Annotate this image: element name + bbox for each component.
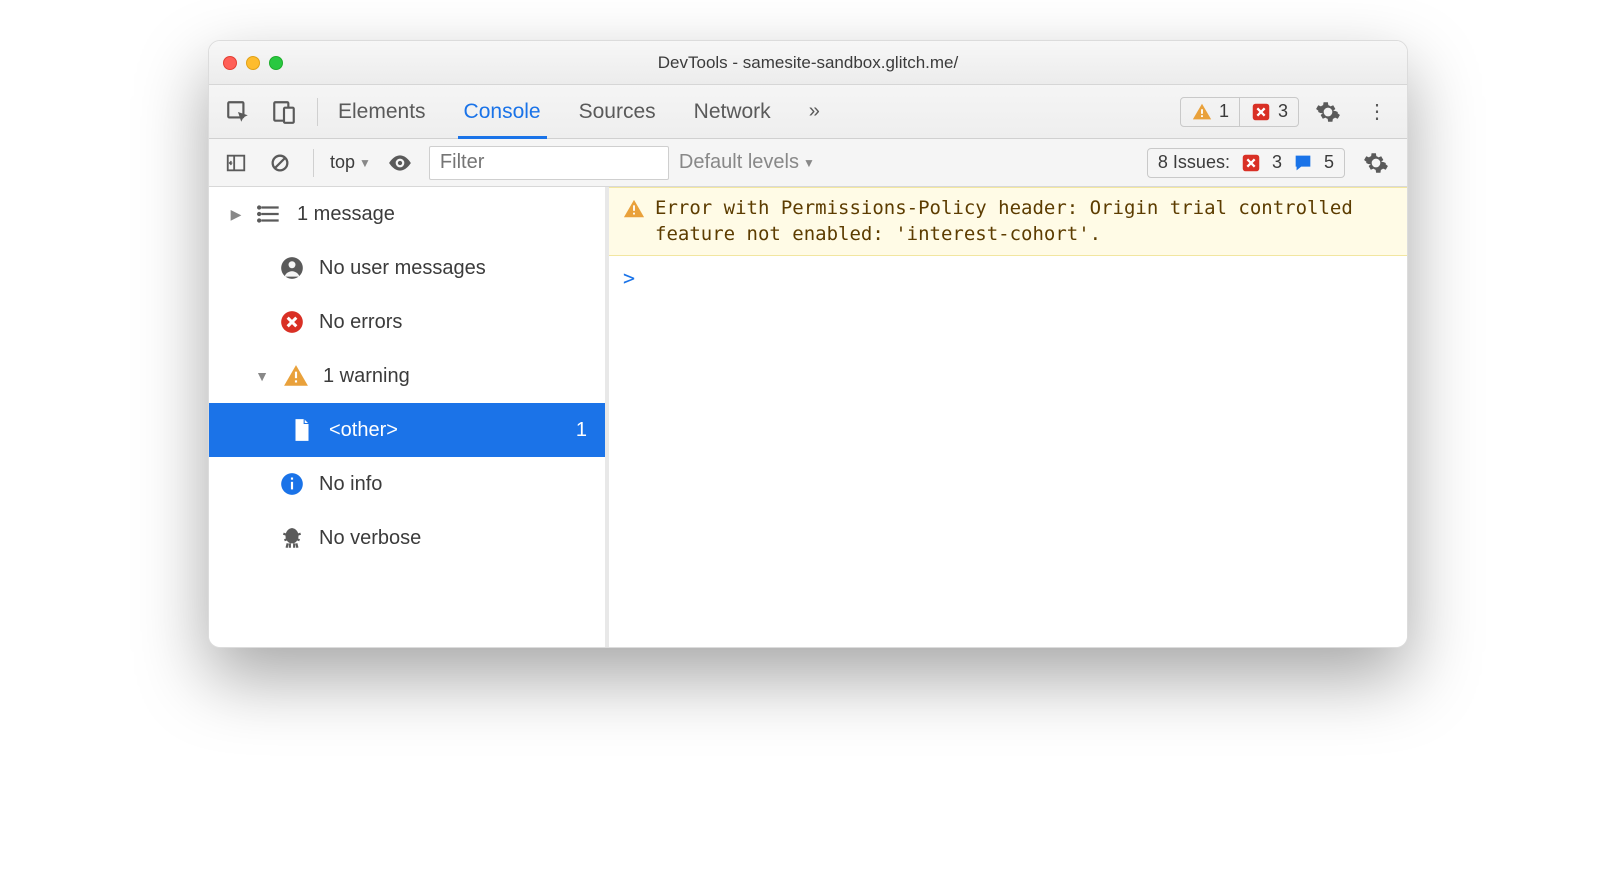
console-sidebar: ▶ 1 message No user messages No errors ▼… <box>209 187 609 647</box>
content-area: ▶ 1 message No user messages No errors ▼… <box>209 187 1407 647</box>
prompt-chevron-icon: > <box>623 266 635 290</box>
tab-elements[interactable]: Elements <box>332 85 432 139</box>
sidebar-item-other[interactable]: <other> 1 <box>209 403 605 457</box>
errors-badge[interactable]: 3 <box>1239 98 1298 126</box>
dropdown-triangle-icon: ▼ <box>359 156 371 170</box>
subbar-divider <box>313 149 314 177</box>
sidebar-item-label: No user messages <box>319 257 486 280</box>
tab-console[interactable]: Console <box>458 85 547 139</box>
panel-tabs: Elements Console Sources Network » <box>332 85 826 139</box>
sidebar-item-label: No errors <box>319 311 402 334</box>
sidebar-item-info[interactable]: No info <box>209 457 605 511</box>
toolbar-divider <box>317 98 318 126</box>
errors-count: 3 <box>1278 101 1288 122</box>
issues-message-count: 5 <box>1324 152 1334 173</box>
inspect-element-icon[interactable] <box>219 95 257 129</box>
sidebar-item-label: 1 warning <box>323 365 410 388</box>
clear-console-icon[interactable] <box>263 148 297 178</box>
live-expression-icon[interactable] <box>381 146 419 180</box>
sidebar-item-label: No info <box>319 473 382 496</box>
sidebar-item-verbose[interactable]: No verbose <box>209 511 605 565</box>
status-badges: 1 3 <box>1180 97 1299 127</box>
log-levels-selector[interactable]: Default levels ▼ <box>679 151 815 174</box>
dropdown-triangle-icon: ▼ <box>803 156 815 170</box>
tab-network[interactable]: Network <box>688 85 777 139</box>
devtools-window: DevTools - samesite-sandbox.glitch.me/ E… <box>208 40 1408 648</box>
toggle-sidebar-icon[interactable] <box>219 148 253 178</box>
console-toolbar: top ▼ Default levels ▼ 8 Issues: 3 5 <box>209 139 1407 187</box>
console-settings-icon[interactable] <box>1355 150 1397 176</box>
sidebar-item-user[interactable]: No user messages <box>209 241 605 295</box>
disclosure-triangle-icon: ▶ <box>229 206 243 223</box>
console-output: Error with Permissions-Policy header: Or… <box>609 187 1407 647</box>
main-toolbar: Elements Console Sources Network » 1 3 ⋮ <box>209 85 1407 139</box>
context-selector[interactable]: top ▼ <box>330 152 371 173</box>
sidebar-item-messages[interactable]: ▶ 1 message <box>209 187 605 241</box>
issues-label: 8 Issues: <box>1158 152 1230 173</box>
issues-button[interactable]: 8 Issues: 3 5 <box>1147 148 1345 178</box>
levels-label: Default levels <box>679 151 799 174</box>
disclosure-triangle-icon: ▼ <box>255 368 269 384</box>
tab-sources[interactable]: Sources <box>573 85 662 139</box>
window-title: DevTools - samesite-sandbox.glitch.me/ <box>209 53 1407 73</box>
filter-input[interactable] <box>429 146 669 180</box>
warnings-badge[interactable]: 1 <box>1181 98 1239 126</box>
device-toolbar-icon[interactable] <box>265 95 303 129</box>
tab-overflow-button[interactable]: » <box>803 100 826 123</box>
console-message-text: Error with Permissions-Policy header: Or… <box>655 196 1393 247</box>
warnings-count: 1 <box>1219 101 1229 122</box>
titlebar: DevTools - samesite-sandbox.glitch.me/ <box>209 41 1407 85</box>
sidebar-item-errors[interactable]: No errors <box>209 295 605 349</box>
context-label: top <box>330 152 355 173</box>
more-options-icon[interactable]: ⋮ <box>1357 99 1397 124</box>
sidebar-item-label: No verbose <box>319 527 421 550</box>
sidebar-item-count: 1 <box>576 419 595 442</box>
settings-icon[interactable] <box>1307 99 1349 125</box>
issues-error-count: 3 <box>1272 152 1282 173</box>
sidebar-item-label: <other> <box>329 419 398 442</box>
sidebar-item-label: 1 message <box>297 203 395 226</box>
console-prompt[interactable]: > <box>609 256 1407 300</box>
console-message-warning[interactable]: Error with Permissions-Policy header: Or… <box>609 187 1407 256</box>
sidebar-item-warnings[interactable]: ▼ 1 warning <box>209 349 605 403</box>
